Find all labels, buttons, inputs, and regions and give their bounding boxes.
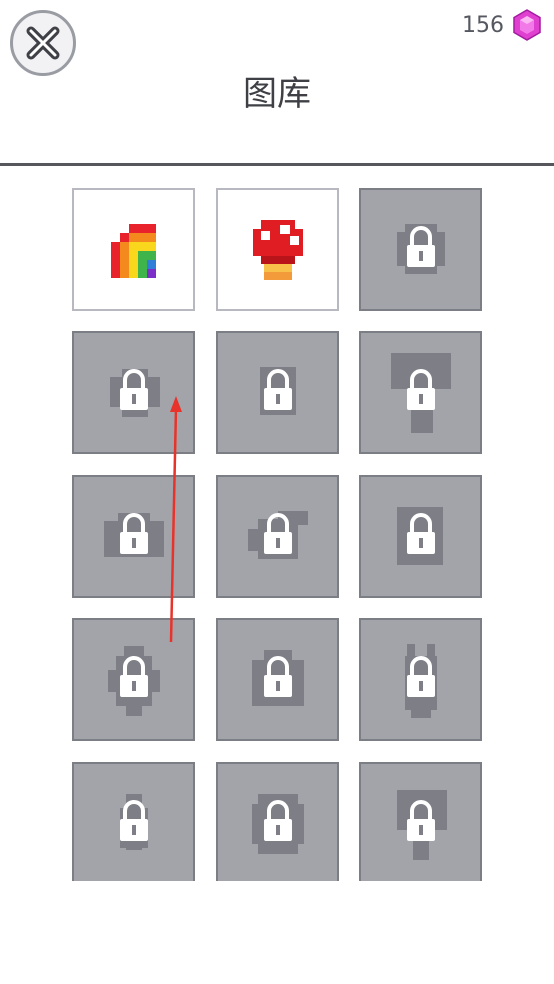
tile-rainbow[interactable] — [72, 188, 195, 311]
tile-locked-12[interactable] — [359, 618, 482, 741]
lock-icon — [120, 794, 148, 850]
tile-locked-10[interactable] — [72, 618, 195, 741]
gem-counter: 156 — [462, 8, 544, 42]
lock-icon — [252, 650, 304, 706]
tile-locked-6[interactable] — [359, 331, 482, 454]
tile-mushroom[interactable] — [216, 188, 339, 311]
tile-locked-15[interactable] — [359, 762, 482, 881]
tile-locked-8[interactable] — [216, 475, 339, 598]
lock-icon — [108, 646, 160, 716]
lock-icon — [397, 224, 445, 274]
lock-icon — [397, 507, 443, 565]
close-x-icon — [26, 26, 60, 60]
tile-locked-11[interactable] — [216, 618, 339, 741]
gem-count: 156 — [462, 12, 504, 38]
lock-icon — [252, 794, 304, 854]
lock-icon — [397, 790, 447, 860]
lock-icon — [248, 511, 308, 559]
lock-icon — [391, 353, 451, 433]
page-title: 图库 — [243, 74, 311, 114]
lock-icon — [260, 367, 296, 415]
tile-locked-14[interactable] — [216, 762, 339, 881]
tile-locked-9[interactable] — [359, 475, 482, 598]
lock-icon — [104, 513, 164, 557]
tile-locked-13[interactable] — [72, 762, 195, 881]
tile-locked-3[interactable] — [359, 188, 482, 311]
gallery-grid[interactable] — [0, 166, 554, 881]
lock-icon — [405, 644, 437, 718]
rainbow-pixel-art — [111, 224, 156, 278]
tile-locked-4[interactable] — [72, 331, 195, 454]
tile-locked-5[interactable] — [216, 331, 339, 454]
gem-icon — [513, 9, 541, 41]
lock-icon — [110, 369, 160, 417]
mushroom-pixel-art — [253, 220, 303, 280]
tile-locked-7[interactable] — [72, 475, 195, 598]
